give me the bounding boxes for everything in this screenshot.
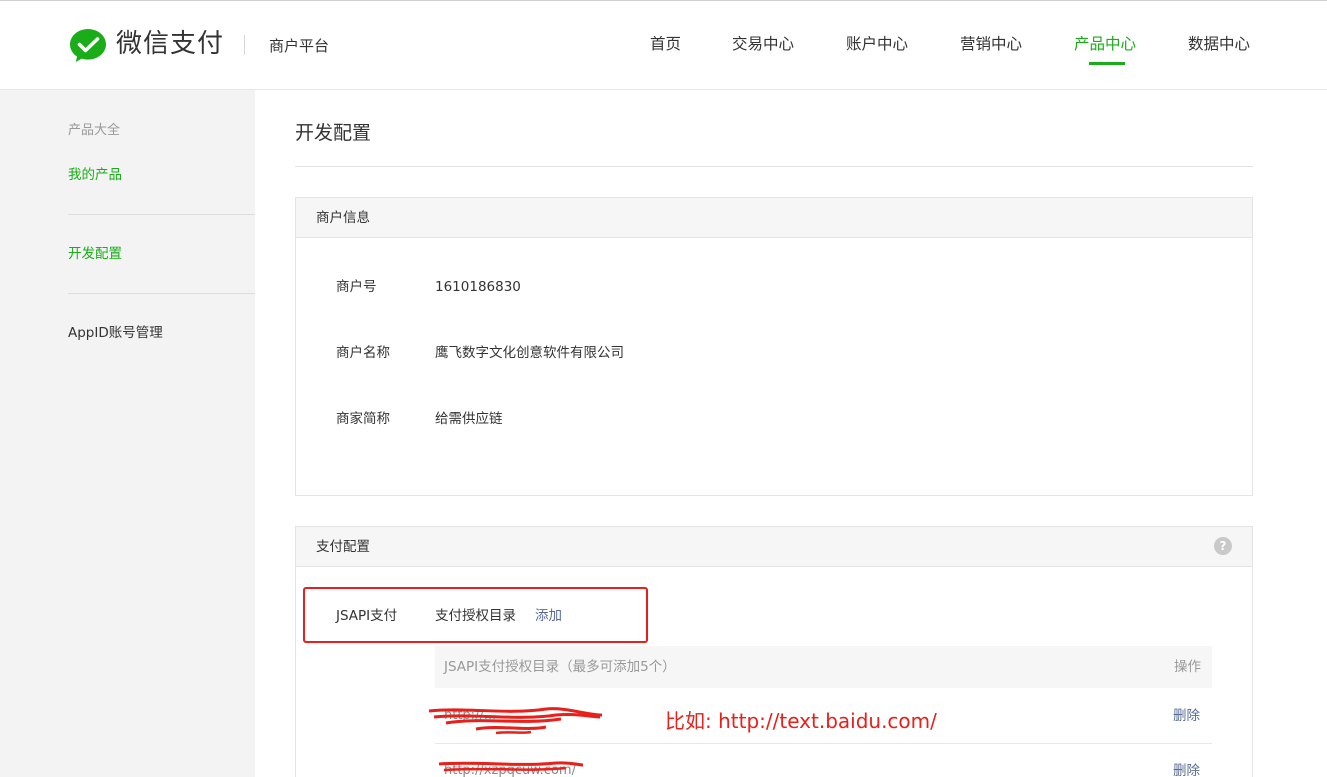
- payment-config-header: 支付配置 ?: [296, 527, 1252, 567]
- example-annotation: 比如: http://text.baidu.com/: [665, 709, 937, 733]
- nav-data[interactable]: 数据中心: [1188, 33, 1250, 55]
- delete-link[interactable]: 删除: [1173, 707, 1200, 725]
- sidebar-divider: [68, 293, 255, 294]
- annotation-highlight-box: [303, 587, 648, 643]
- platform-name: 商户平台: [269, 37, 330, 55]
- title-divider: [295, 166, 1253, 167]
- brand-name: 微信支付: [116, 29, 225, 59]
- brand-divider: [244, 35, 245, 55]
- delete-link[interactable]: 删除: [1173, 762, 1200, 777]
- nav-marketing[interactable]: 营销中心: [960, 33, 1022, 55]
- table-row-divider: [435, 743, 1212, 744]
- redaction-scribble: [428, 707, 603, 735]
- payment-config-title: 支付配置: [316, 539, 370, 555]
- sidebar: 产品大全 我的产品 开发配置 AppID账号管理: [0, 90, 255, 777]
- nav-account[interactable]: 账户中心: [846, 33, 908, 55]
- sidebar-item-dev-config[interactable]: 开发配置: [68, 245, 122, 263]
- merchant-short-name-value: 给需供应链: [435, 411, 503, 427]
- merchant-info-title: 商户信息: [316, 210, 370, 226]
- sidebar-divider: [68, 214, 255, 215]
- action-column-header: 操作: [1174, 659, 1201, 675]
- wechat-pay-logo-icon: [70, 29, 106, 62]
- sidebar-item-appid[interactable]: AppID账号管理: [68, 324, 163, 342]
- nav-active-indicator: [1089, 62, 1125, 65]
- nav-products[interactable]: 产品中心: [1074, 33, 1136, 55]
- merchant-info-header: 商户信息: [296, 198, 1252, 238]
- nav-transactions[interactable]: 交易中心: [732, 33, 794, 55]
- help-icon[interactable]: ?: [1214, 537, 1232, 555]
- merchant-name-value: 鹰飞数字文化创意软件有限公司: [435, 345, 624, 361]
- nav-home[interactable]: 首页: [650, 33, 681, 55]
- sidebar-category: 产品大全: [68, 123, 121, 138]
- merchant-id-value: 1610186830: [435, 279, 521, 295]
- page-title: 开发配置: [295, 122, 372, 144]
- directory-column-header: JSAPI支付授权目录（最多可添加5个）: [444, 659, 676, 675]
- top-header: 微信支付 商户平台 首页 交易中心 账户中心 营销中心 产品中心 数据中心: [0, 0, 1327, 90]
- merchant-name-label: 商户名称: [336, 345, 390, 361]
- sidebar-item-my-products[interactable]: 我的产品: [68, 166, 122, 184]
- merchant-id-label: 商户号: [336, 279, 377, 295]
- merchant-short-name-label: 商家简称: [336, 411, 390, 427]
- redaction-scribble: [438, 761, 584, 772]
